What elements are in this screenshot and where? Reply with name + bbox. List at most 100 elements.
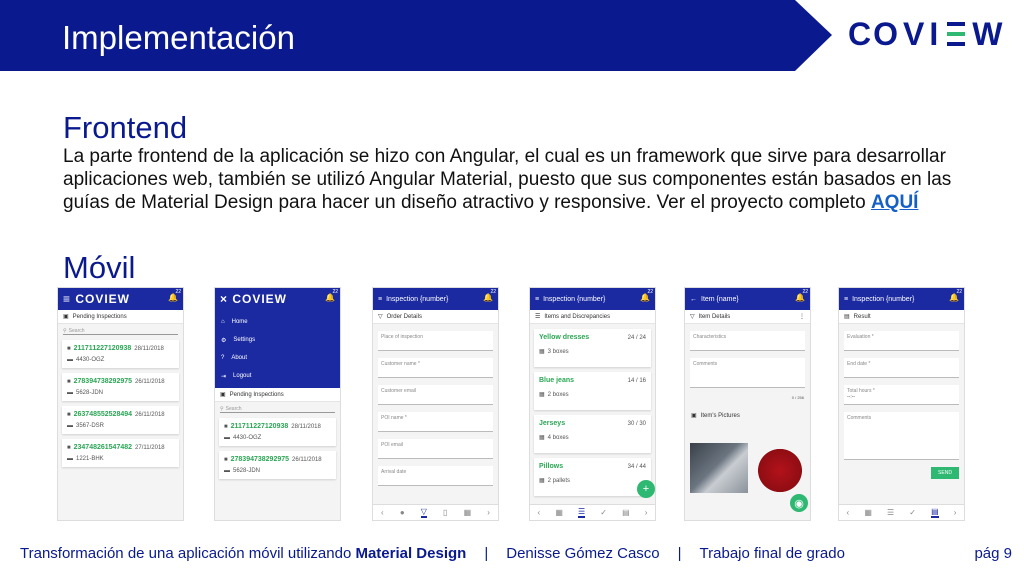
coview-logo: CO V I W — [848, 15, 1005, 52]
form-field: Customer email — [378, 385, 493, 405]
menu-item-settings: ⚙ Settings — [221, 337, 256, 344]
form-field: Place of inspection — [378, 331, 493, 351]
form-field: Total hours * --:-- — [844, 385, 959, 405]
footer-author: Denisse Gómez Casco — [506, 545, 660, 562]
grid-icon: ▦ — [463, 508, 472, 517]
back-icon: ‹ — [537, 508, 541, 517]
image-icon: ▣ — [691, 413, 697, 419]
folder-icon: ■ — [224, 423, 228, 430]
comment-icon: ▤ — [844, 314, 850, 320]
home-icon: ⌂ — [221, 319, 225, 325]
footer-title: Transformación de una aplicación móvil u… — [20, 545, 467, 562]
send-button: SEND — [931, 467, 959, 479]
list-icon: ☰ — [887, 508, 895, 517]
side-menu: ⌂ Home ⚙ Settings ? About ⇥ Logout — [215, 310, 340, 388]
more-icon: ⋮ — [799, 314, 805, 320]
search-field: ⚲ Search — [63, 328, 178, 335]
search-field: ⚲ Search — [220, 406, 335, 413]
page-number: pág 9 — [974, 545, 1012, 562]
menu-icon: ≡ — [378, 295, 383, 303]
slide: Implementación CO V I W Frontend La parte … — [0, 0, 1024, 576]
app-bar: ≡ Inspection {number} 🔔 22 — [839, 288, 964, 310]
search-icon: ⚲ — [63, 328, 67, 334]
list-item: ■ 234748261547482 27/11/2018 ▬ 1221-BHK — [62, 439, 179, 467]
sub-header: ▣ Pending Inspections — [215, 388, 340, 402]
grid-icon: ▦ — [539, 392, 545, 398]
app-bar: ≡ Inspection {number} 🔔 22 — [530, 288, 655, 310]
list-item: Jerseys 30 / 30 ▦ 4 boxes — [534, 415, 651, 453]
app-bar: ≡ COVIEW 🔔 22 — [58, 288, 183, 310]
menu-item-about: ? About — [221, 355, 248, 361]
list-item: ■ 278394738292975 26/11/2018 ▬ 5628-JDN — [62, 373, 179, 401]
camera-fab: ◉ — [790, 494, 808, 512]
list-item: ■ 211711227120938 28/11/2018 ▬ 4430-OGZ — [62, 340, 179, 368]
list-item: ■ 278394738292975 26/11/2018 ▬ 5628-JDN — [219, 451, 336, 479]
comment-icon: ▤ — [622, 508, 630, 517]
screenshot-items: ≡ Inspection {number} 🔔 22 ☰ Items and Discr… — [529, 287, 656, 521]
app-bar: × COVIEW 🔔 22 — [215, 288, 340, 310]
project-link[interactable]: AQUÍ — [871, 192, 919, 213]
info-icon: ● — [399, 508, 405, 517]
bottom-nav: ‹ ● ▽ ▯ ▦ › — [373, 504, 498, 520]
movil-heading: Móvil — [63, 250, 136, 285]
gear-icon: ⚙ — [221, 337, 227, 344]
folder-icon: ■ — [67, 378, 71, 385]
list-icon: ☰ — [535, 314, 541, 320]
container-photo — [690, 443, 748, 493]
sub-header: ▤ Result — [839, 310, 964, 324]
form-field: Customer name * — [378, 358, 493, 378]
grid-icon: ▦ — [555, 508, 563, 517]
clipboard-icon: ▣ — [220, 392, 226, 398]
grid-icon: ▦ — [864, 508, 872, 517]
truck-icon: ▬ — [67, 357, 73, 363]
truck-icon: ▬ — [67, 423, 73, 429]
sub-header: ▣ Pending Inspections — [58, 310, 183, 324]
grid-icon: ▦ — [539, 478, 545, 484]
list-item: Blue jeans 14 / 16 ▦ 2 boxes — [534, 372, 651, 410]
form-field: Comments — [690, 358, 805, 388]
grid-icon: ▦ — [539, 435, 545, 441]
form-field: POI name * — [378, 412, 493, 432]
menu-item-logout: ⇥ Logout — [221, 373, 252, 380]
folder-icon: ■ — [67, 444, 71, 451]
list-item: ■ 211711227120938 28/11/2018 ▬ 4430-OGZ — [219, 418, 336, 446]
list-item: ■ 263748552528494 26/11/2018 ▬ 3567-DSR — [62, 406, 179, 434]
check-icon: ✓ — [600, 508, 607, 517]
help-icon: ? — [221, 355, 225, 361]
logo-e-bars — [947, 22, 966, 46]
bottom-nav: ‹ ▦ ☰ ✓ ▤ › — [839, 504, 964, 520]
check-icon: ✓ — [909, 508, 916, 517]
bottom-nav: ‹ ▦ ☰ ✓ ▤ › — [530, 504, 655, 520]
form-field: POI email — [378, 439, 493, 459]
forward-icon: › — [644, 508, 648, 517]
back-icon: ‹ — [381, 508, 384, 517]
filter-icon: ▽ — [378, 314, 383, 320]
footer-thesis: Trabajo final de grado — [699, 545, 845, 562]
folder-icon: ■ — [67, 411, 71, 418]
truck-icon: ▬ — [224, 435, 230, 441]
truck-icon: ▬ — [67, 390, 73, 396]
truck-icon: ▬ — [224, 468, 230, 474]
screenshot-pending-inspections: ≡ COVIEW 🔔 22 ▣ Pending Inspections ⚲ Search… — [57, 287, 184, 521]
frontend-paragraph: La parte frontend de la aplicación se hi… — [63, 146, 952, 213]
red-tshirt-photo — [752, 443, 808, 493]
comment-icon: ▤ — [931, 507, 939, 518]
app-bar: ≡ Inspection {number} 🔔 22 — [373, 288, 498, 310]
screenshot-result: ≡ Inspection {number} 🔔 22 ▤ Result Evaluati… — [838, 287, 965, 521]
form-field: Evaluation * — [844, 331, 959, 351]
back-icon: ‹ — [846, 508, 850, 517]
menu-icon: ≡ — [535, 295, 540, 303]
folder-icon: ■ — [67, 345, 71, 352]
pictures-header: ▣ Item's Pictures — [691, 412, 740, 420]
screenshot-order-details: ≡ Inspection {number} 🔔 22 ▽ Order Details P… — [372, 287, 499, 521]
list-item: Pillows 34 / 44 ▦ 2 pallets — [534, 458, 651, 496]
slide-title: Implementación — [62, 19, 295, 56]
form-field: Characteristics — [690, 331, 805, 351]
add-fab: + — [637, 480, 655, 498]
list-item: Yellow dresses 24 / 24 ▦ 3 boxes — [534, 329, 651, 367]
forward-icon: › — [487, 508, 490, 517]
folder-icon: ■ — [224, 456, 228, 463]
app-bar: ← Item {name} 🔔 22 — [685, 288, 810, 310]
search-icon: ⚲ — [220, 406, 224, 412]
sub-header: ▽ Item Details ⋮ — [685, 310, 810, 324]
